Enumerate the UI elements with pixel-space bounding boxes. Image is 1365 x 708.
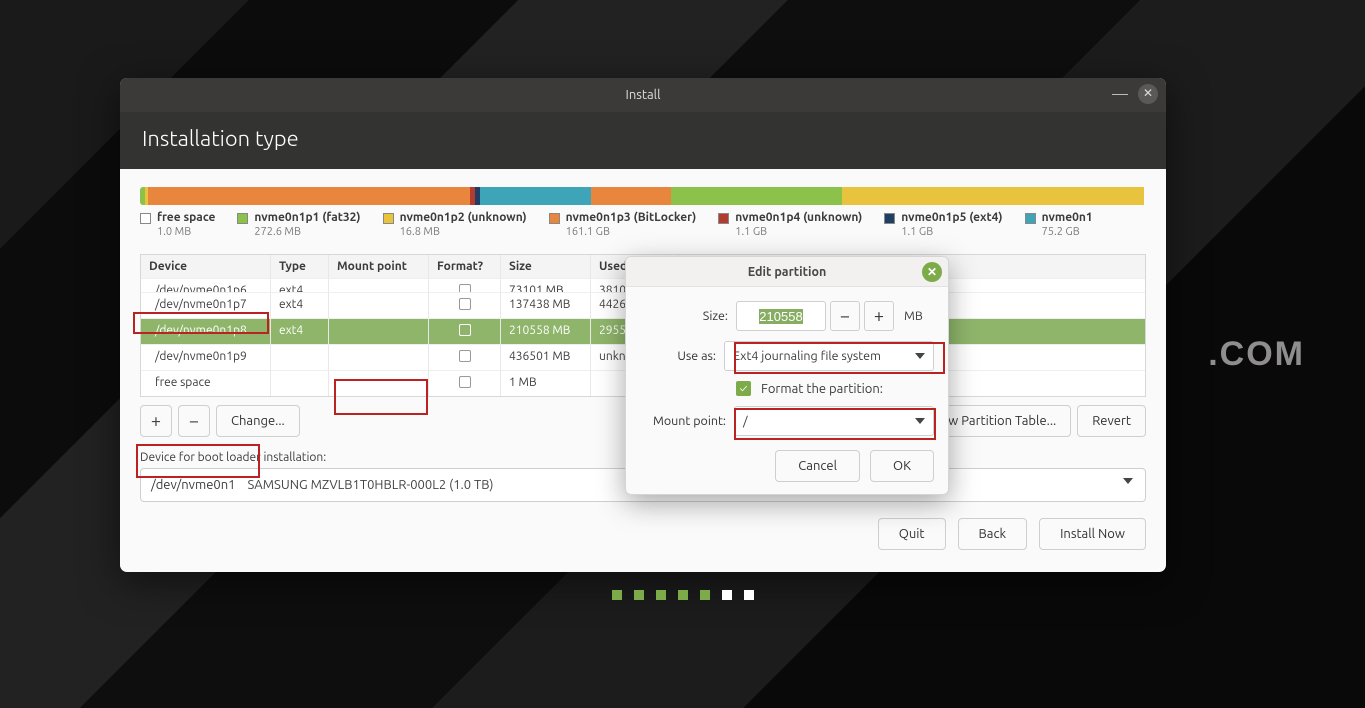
legend-label: nvme0n1p3 (BitLocker)161.1 GB: [566, 211, 697, 240]
footer-buttons: Quit Back Install Now: [878, 518, 1146, 550]
legend-label: free space1.0 MB: [157, 211, 215, 240]
disk-usage-bar: [140, 187, 1146, 205]
usage-segment: [148, 187, 470, 205]
bootloader-device-desc: SAMSUNG MZVLB1T0HBLR-000L2 (1.0 TB): [247, 478, 493, 492]
chevron-down-icon: [915, 353, 925, 359]
quit-button[interactable]: Quit: [878, 518, 946, 550]
revert-button[interactable]: Revert: [1077, 405, 1146, 437]
window-title: Install: [626, 88, 661, 102]
close-button[interactable]: ✕: [1138, 84, 1158, 104]
cell-mount: [329, 345, 429, 370]
legend-item: nvme0n1p4 (unknown)1.1 GB: [718, 211, 862, 240]
cell-type: ext4: [271, 279, 329, 292]
pager-dot: [612, 590, 622, 600]
size-minus-button[interactable]: −: [830, 301, 860, 331]
mount-label: Mount point:: [640, 414, 734, 428]
cell-device: /dev/nvme0n1p8: [141, 319, 271, 344]
legend-item: free space1.0 MB: [140, 211, 215, 240]
change-partition-button[interactable]: Change...: [216, 405, 300, 437]
add-partition-button[interactable]: +: [140, 405, 172, 437]
size-label: Size:: [640, 309, 736, 323]
cell-size: 137438 MB: [501, 293, 591, 318]
cell-format: [429, 293, 501, 318]
minimize-button[interactable]: —: [1110, 84, 1130, 104]
cell-type: ext4: [271, 293, 329, 318]
dialog-titlebar[interactable]: Edit partition ✕: [626, 257, 948, 287]
cell-device: /dev/nvme0n1p9: [141, 345, 271, 370]
dialog-cancel-button[interactable]: Cancel: [775, 450, 860, 482]
chevron-down-icon: [915, 418, 925, 424]
cell-size: 210558 MB: [501, 319, 591, 344]
pager-dot: [678, 590, 688, 600]
pager-dot: [744, 590, 754, 600]
format-checkbox[interactable]: ✓: [736, 381, 751, 396]
cell-format: [429, 345, 501, 370]
legend-item: nvme0n175.2 GB: [1025, 211, 1093, 240]
usage-segment: [480, 187, 591, 205]
usage-segment: [671, 187, 842, 205]
useas-label: Use as:: [640, 349, 724, 363]
legend-label: nvme0n1p5 (ext4)1.1 GB: [901, 211, 1002, 240]
chevron-down-icon: [1123, 478, 1133, 484]
size-unit: MB: [904, 309, 923, 323]
install-now-button[interactable]: Install Now: [1039, 518, 1146, 550]
partition-legend: free space1.0 MB nvme0n1p1 (fat32)272.6 M…: [140, 211, 1146, 240]
legend-swatch: [884, 213, 895, 224]
back-button[interactable]: Back: [958, 518, 1028, 550]
dialog-title: Edit partition: [748, 265, 827, 279]
cell-mount: [329, 293, 429, 318]
legend-swatch: [718, 213, 729, 224]
cell-format: [429, 371, 501, 396]
cell-device: /dev/nvme0n1p6: [141, 279, 271, 292]
legend-swatch: [237, 213, 248, 224]
legend-swatch: [1025, 213, 1036, 224]
pager-dot: [700, 590, 710, 600]
cell-type: [271, 371, 329, 396]
cell-type: ext4: [271, 319, 329, 344]
titlebar[interactable]: Install — ✕: [120, 78, 1166, 112]
usage-segment: [842, 187, 1144, 205]
cell-device: free space: [141, 371, 271, 396]
legend-item: nvme0n1p3 (BitLocker)161.1 GB: [549, 211, 697, 240]
size-plus-button[interactable]: +: [864, 301, 894, 331]
cell-mount: [329, 371, 429, 396]
legend-swatch: [140, 213, 151, 224]
edit-partition-dialog: Edit partition ✕ Size: − + MB Use as: Ex…: [625, 256, 949, 495]
step-pager: [612, 590, 754, 600]
dialog-close-button[interactable]: ✕: [922, 262, 942, 282]
legend-item: nvme0n1p2 (unknown)16.8 MB: [383, 211, 527, 240]
legend-label: nvme0n1p1 (fat32)272.6 MB: [254, 211, 360, 240]
mount-point-select[interactable]: /: [734, 406, 934, 436]
cell-size: 436501 MB: [501, 345, 591, 370]
dialog-ok-button[interactable]: OK: [870, 450, 934, 482]
usage-segment: [591, 187, 671, 205]
legend-item: nvme0n1p1 (fat32)272.6 MB: [237, 211, 360, 240]
pager-dot: [722, 590, 732, 600]
useas-select[interactable]: Ext4 journaling file system: [724, 341, 934, 371]
cell-size: 1 MB: [501, 371, 591, 396]
legend-swatch: [383, 213, 394, 224]
legend-label: nvme0n1p4 (unknown)1.1 GB: [735, 211, 862, 240]
cell-format: [429, 319, 501, 344]
cell-mount: [329, 279, 429, 292]
bootloader-device-value: /dev/nvme0n1: [151, 478, 235, 492]
remove-partition-button[interactable]: −: [178, 405, 210, 437]
cell-size: 73101 MB: [501, 279, 591, 292]
cell-format: [429, 279, 501, 292]
legend-label: nvme0n1p2 (unknown)16.8 MB: [400, 211, 527, 240]
cell-mount: [329, 319, 429, 344]
pager-dot: [656, 590, 666, 600]
cell-type: [271, 345, 329, 370]
legend-swatch: [549, 213, 560, 224]
page-title: Installation type: [120, 112, 1166, 169]
size-spinbox[interactable]: [736, 301, 826, 331]
legend-label: nvme0n175.2 GB: [1042, 211, 1093, 240]
format-label: Format the partition:: [761, 382, 883, 396]
cell-device: /dev/nvme0n1p7: [141, 293, 271, 318]
pager-dot: [634, 590, 644, 600]
legend-item: nvme0n1p5 (ext4)1.1 GB: [884, 211, 1002, 240]
size-input[interactable]: [737, 309, 825, 324]
